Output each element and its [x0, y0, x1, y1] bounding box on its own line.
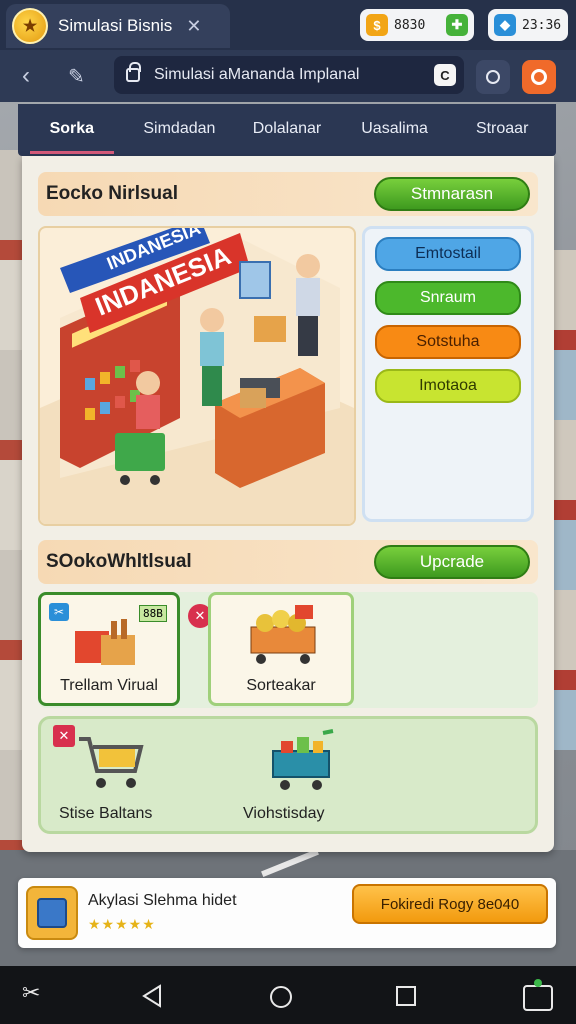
gem-counter: ◆ 23:36: [488, 9, 568, 41]
ad-rating: ★★★★★: [88, 916, 156, 932]
option-list: Emtostail Snraum Sotstuha Imotaoa: [362, 226, 534, 522]
main-panel: Eocko Nirlsual Stmnarasn INDANESIA INDAN…: [22, 156, 554, 852]
tab-simdadan[interactable]: Simdadan: [126, 104, 234, 156]
upgrade-section-title: SOokoWhltlsual: [46, 551, 192, 572]
store-action-button[interactable]: Stmnarasn: [374, 177, 530, 211]
item-label: Viohstisday: [243, 805, 325, 822]
record-icon: [531, 69, 547, 85]
reload-icon[interactable]: C: [434, 64, 456, 86]
circle-icon: [486, 70, 500, 84]
tab-sorka[interactable]: Sorka: [18, 104, 126, 156]
card-label: Sorteakar: [246, 677, 316, 694]
url-bar: ‹ ✎ Simulasi aMananda Implanal C: [0, 50, 576, 102]
option-snraum[interactable]: Snraum: [375, 281, 521, 315]
card-sorteakar[interactable]: Sorteakar: [208, 592, 354, 706]
ad-cta-button[interactable]: Fokiredi Rogy 8e040: [352, 884, 548, 924]
tab-navigation: Sorka Simdadan Dolalanar Uasalima Stroaa…: [18, 104, 556, 156]
back-triangle-icon[interactable]: [140, 984, 164, 1008]
tools-icon[interactable]: ✂: [22, 980, 40, 1006]
back-arrow-icon[interactable]: ‹: [22, 62, 30, 90]
shopping-cart-icon: [79, 737, 144, 788]
upgrade-cards-row: ✂ 88B Trellam Virual ✕ Sorteakar: [38, 592, 538, 708]
item-label: Stise Baltans: [59, 805, 153, 822]
system-navigation-bar: ✂: [0, 966, 576, 1024]
app-title: Simulasi Bisnis: [58, 16, 173, 35]
basket-cart-icon: [272, 729, 334, 790]
tabs-button[interactable]: [476, 60, 510, 94]
home-circle-icon[interactable]: [268, 984, 294, 1010]
ad-banner[interactable]: Akylasi Slehma hidet ★★★★★ Fokiredi Rogy…: [18, 878, 556, 948]
upgrade-button[interactable]: Upcrade: [374, 545, 530, 579]
menu-button[interactable]: [522, 60, 556, 94]
store-scene-illustration[interactable]: INDANESIA INDANESIA: [38, 226, 356, 526]
store-section-title: Eocko Nirlsual: [46, 183, 178, 204]
manager-figure: [296, 254, 320, 356]
coin-icon: $: [366, 14, 388, 36]
lock-icon: [126, 62, 141, 82]
coin-value: 8830: [394, 17, 426, 33]
item-stise-baltans[interactable]: Stise Baltans: [41, 719, 201, 831]
edit-icon[interactable]: ✎: [68, 64, 85, 89]
ad-title: Akylasi Slehma hidet: [88, 892, 237, 909]
item-viohstisday[interactable]: Viohstisday: [231, 719, 381, 831]
building-right: [554, 250, 576, 750]
clerk-figure: [200, 308, 224, 406]
produce-cart-icon: [250, 605, 316, 664]
coin-counter: $ 8830 ✚: [360, 9, 474, 41]
upgrade-section-header: SOokoWhltlsual Upcrade: [38, 540, 538, 584]
url-field[interactable]: Simulasi aMananda Implanal C: [114, 56, 464, 94]
tab-stroaar[interactable]: Stroaar: [448, 104, 556, 156]
url-text: Simulasi aMananda Implanal: [154, 66, 360, 83]
card-label: Trellam Virual: [60, 677, 158, 694]
ad-app-icon: [26, 886, 78, 940]
gem-value: 23:36: [522, 17, 562, 33]
gem-icon: ◆: [494, 14, 516, 36]
store-section-header: Eocko Nirlsual Stmnarasn: [38, 172, 538, 216]
store-scene-svg: INDANESIA INDANESIA: [40, 228, 354, 524]
app-logo-icon: ★: [12, 8, 48, 44]
app-tab[interactable]: ★ Simulasi Bisnis ✕: [6, 4, 230, 48]
tools-icon: ✂: [49, 603, 69, 621]
close-icon[interactable]: ✕: [186, 16, 201, 37]
top-bar: ★ Simulasi Bisnis ✕ $ 8830 ✚ ◆ 23:36: [0, 0, 576, 50]
option-emtostail[interactable]: Emtostail: [375, 237, 521, 271]
card-trellam-virual[interactable]: ✂ 88B Trellam Virual: [38, 592, 180, 706]
tab-uasalima[interactable]: Uasalima: [341, 104, 449, 156]
recents-square-icon[interactable]: [394, 984, 418, 1008]
add-coins-icon[interactable]: ✚: [446, 14, 468, 36]
crates-icon: [75, 619, 135, 665]
tab-dolalanar[interactable]: Dolalanar: [233, 104, 341, 156]
option-sotstuha[interactable]: Sotstuha: [375, 325, 521, 359]
option-imotaoa[interactable]: Imotaoa: [375, 369, 521, 403]
app-switch-icon[interactable]: [522, 978, 554, 1012]
shop-items-row: ✕ Stise Baltans Viohstisday: [38, 716, 538, 834]
ad-store-icon: [37, 898, 67, 928]
